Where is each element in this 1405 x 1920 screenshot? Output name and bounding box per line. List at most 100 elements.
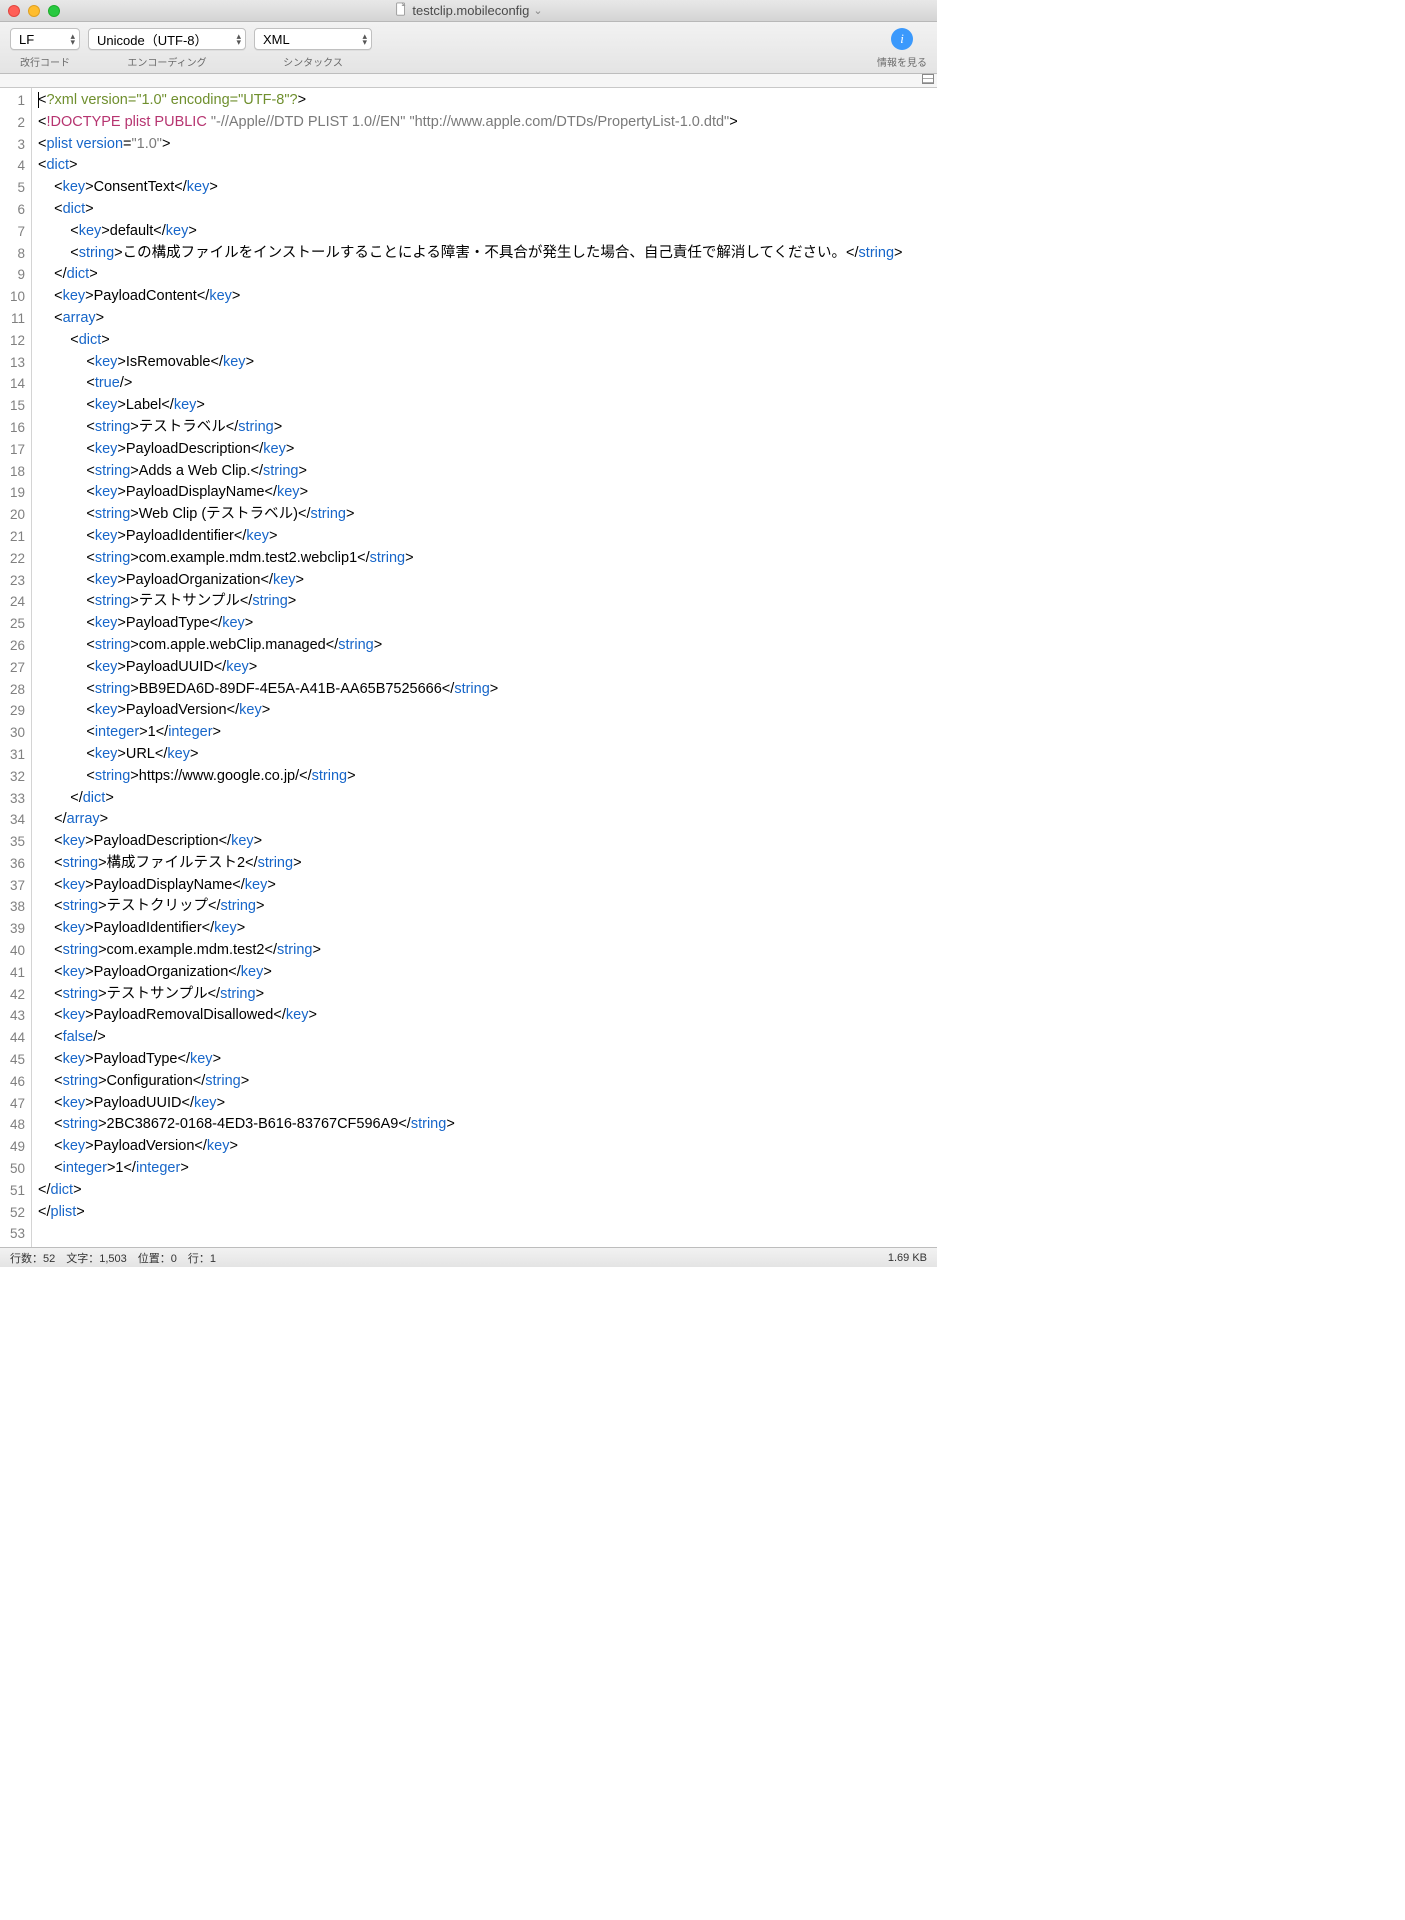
code-line[interactable]: <false/> <box>38 1027 902 1049</box>
info-button[interactable]: i <box>891 28 913 50</box>
code-line[interactable]: <string>2BC38672-0168-4ED3-B616-83767CF5… <box>38 1114 902 1136</box>
line-number: 36 <box>4 853 25 875</box>
line-number: 53 <box>4 1223 25 1245</box>
editor[interactable]: 1234567891011121314151617181920212223242… <box>0 88 937 1247</box>
code-line[interactable]: <string>テストサンプル</string> <box>38 984 902 1006</box>
line-number: 43 <box>4 1005 25 1027</box>
status-left: 行数：52 文字：1,503 位置：0 行：1 <box>10 1250 216 1266</box>
code-line[interactable]: <string>テストクリップ</string> <box>38 896 902 918</box>
code-line[interactable]: <string>構成ファイルテスト2</string> <box>38 853 902 875</box>
line-number: 5 <box>4 177 25 199</box>
line-ending-select[interactable]: LF ▴▾ <box>10 28 80 50</box>
line-number-gutter: 1234567891011121314151617181920212223242… <box>0 88 32 1247</box>
code-line[interactable]: <string>この構成ファイルをインストールすることによる障害・不具合が発生し… <box>38 243 902 265</box>
document-icon <box>394 2 408 19</box>
line-number: 51 <box>4 1180 25 1202</box>
line-number: 33 <box>4 788 25 810</box>
code-line[interactable]: <key>PayloadType</key> <box>38 1049 902 1071</box>
line-number: 44 <box>4 1027 25 1049</box>
code-line[interactable]: <array> <box>38 308 902 330</box>
line-number: 24 <box>4 591 25 613</box>
code-line[interactable]: <integer>1</integer> <box>38 1158 902 1180</box>
chevron-down-icon[interactable]: ⌄ <box>533 4 542 17</box>
code-line[interactable]: <key>PayloadIdentifier</key> <box>38 526 902 548</box>
line-number: 1 <box>4 90 25 112</box>
code-line[interactable]: <string>com.example.mdm.test2</string> <box>38 940 902 962</box>
code-line[interactable]: <key>PayloadDisplayName</key> <box>38 875 902 897</box>
code-line[interactable]: <key>PayloadUUID</key> <box>38 1093 902 1115</box>
code-line[interactable]: </dict> <box>38 264 902 286</box>
code-line[interactable]: <key>PayloadUUID</key> <box>38 657 902 679</box>
code-line[interactable]: <key>PayloadVersion</key> <box>38 700 902 722</box>
code-line[interactable]: <!DOCTYPE plist PUBLIC "-//Apple//DTD PL… <box>38 112 902 134</box>
line-number: 32 <box>4 766 25 788</box>
line-ending-label: 改行コード <box>20 54 70 69</box>
code-line[interactable]: <key>PayloadOrganization</key> <box>38 962 902 984</box>
info-icon: i <box>900 31 904 47</box>
syntax-select[interactable]: XML ▴▾ <box>254 28 372 50</box>
line-number: 28 <box>4 679 25 701</box>
code-line[interactable]: <string>Adds a Web Clip.</string> <box>38 461 902 483</box>
code-line[interactable]: <dict> <box>38 330 902 352</box>
code-line[interactable]: </dict> <box>38 1180 902 1202</box>
line-number: 38 <box>4 896 25 918</box>
code-line[interactable]: </dict> <box>38 788 902 810</box>
code-line[interactable]: <key>ConsentText</key> <box>38 177 902 199</box>
line-number: 41 <box>4 962 25 984</box>
line-number: 26 <box>4 635 25 657</box>
code-line[interactable]: <key>PayloadDescription</key> <box>38 831 902 853</box>
code-line[interactable]: <string>BB9EDA6D-89DF-4E5A-A41B-AA65B752… <box>38 679 902 701</box>
code-line[interactable]: <string>com.apple.webClip.managed</strin… <box>38 635 902 657</box>
statusbar: 行数：52 文字：1,503 位置：0 行：1 1.69 KB <box>0 1247 937 1267</box>
encoding-label: エンコーディング <box>127 54 206 69</box>
code-line[interactable]: <string>テストラベル</string> <box>38 417 902 439</box>
line-number: 17 <box>4 439 25 461</box>
line-number: 13 <box>4 352 25 374</box>
code-line[interactable]: <key>PayloadVersion</key> <box>38 1136 902 1158</box>
line-number: 19 <box>4 482 25 504</box>
code-line[interactable]: <key>PayloadRemovalDisallowed</key> <box>38 1005 902 1027</box>
code-line[interactable]: <dict> <box>38 155 902 177</box>
code-line[interactable]: <integer>1</integer> <box>38 722 902 744</box>
code-line[interactable]: <key>URL</key> <box>38 744 902 766</box>
code-area[interactable]: <?xml version="1.0" encoding="UTF-8"?><!… <box>32 88 908 1247</box>
code-line[interactable]: <plist version="1.0"> <box>38 134 902 156</box>
window-title: testclip.mobileconfig ⌄ <box>0 2 937 19</box>
code-line[interactable]: <string>テストサンプル</string> <box>38 591 902 613</box>
line-number: 25 <box>4 613 25 635</box>
code-line[interactable]: <key>PayloadDisplayName</key> <box>38 482 902 504</box>
code-line[interactable] <box>38 1223 902 1245</box>
code-line[interactable]: <key>PayloadOrganization</key> <box>38 570 902 592</box>
line-number: 46 <box>4 1071 25 1093</box>
line-number: 20 <box>4 504 25 526</box>
code-line[interactable]: <key>IsRemovable</key> <box>38 352 902 374</box>
line-number: 45 <box>4 1049 25 1071</box>
code-line[interactable]: <key>PayloadIdentifier</key> <box>38 918 902 940</box>
code-line[interactable]: <key>default</key> <box>38 221 902 243</box>
line-number: 48 <box>4 1114 25 1136</box>
code-line[interactable]: <string>https://www.google.co.jp/</strin… <box>38 766 902 788</box>
line-number: 35 <box>4 831 25 853</box>
line-number: 27 <box>4 657 25 679</box>
line-number: 11 <box>4 308 25 330</box>
updown-icon: ▴▾ <box>362 33 367 45</box>
code-line[interactable]: <key>PayloadContent</key> <box>38 286 902 308</box>
encoding-select[interactable]: Unicode（UTF-8） ▴▾ <box>88 28 246 50</box>
line-number: 18 <box>4 461 25 483</box>
info-label: 情報を見る <box>877 54 927 69</box>
code-line[interactable]: <dict> <box>38 199 902 221</box>
code-line[interactable]: <true/> <box>38 373 902 395</box>
split-view-icon[interactable] <box>922 74 934 84</box>
code-line[interactable]: <?xml version="1.0" encoding="UTF-8"?> <box>38 90 902 112</box>
code-line[interactable]: <key>PayloadDescription</key> <box>38 439 902 461</box>
code-line[interactable]: <key>PayloadType</key> <box>38 613 902 635</box>
code-line[interactable]: </array> <box>38 809 902 831</box>
code-line[interactable]: <key>Label</key> <box>38 395 902 417</box>
code-line[interactable]: </plist> <box>38 1202 902 1224</box>
code-line[interactable]: <string>Configuration</string> <box>38 1071 902 1093</box>
line-number: 40 <box>4 940 25 962</box>
code-line[interactable]: <string>Web Clip (テストラベル)</string> <box>38 504 902 526</box>
code-line[interactable]: <string>com.example.mdm.test2.webclip1</… <box>38 548 902 570</box>
line-number: 15 <box>4 395 25 417</box>
line-number: 31 <box>4 744 25 766</box>
